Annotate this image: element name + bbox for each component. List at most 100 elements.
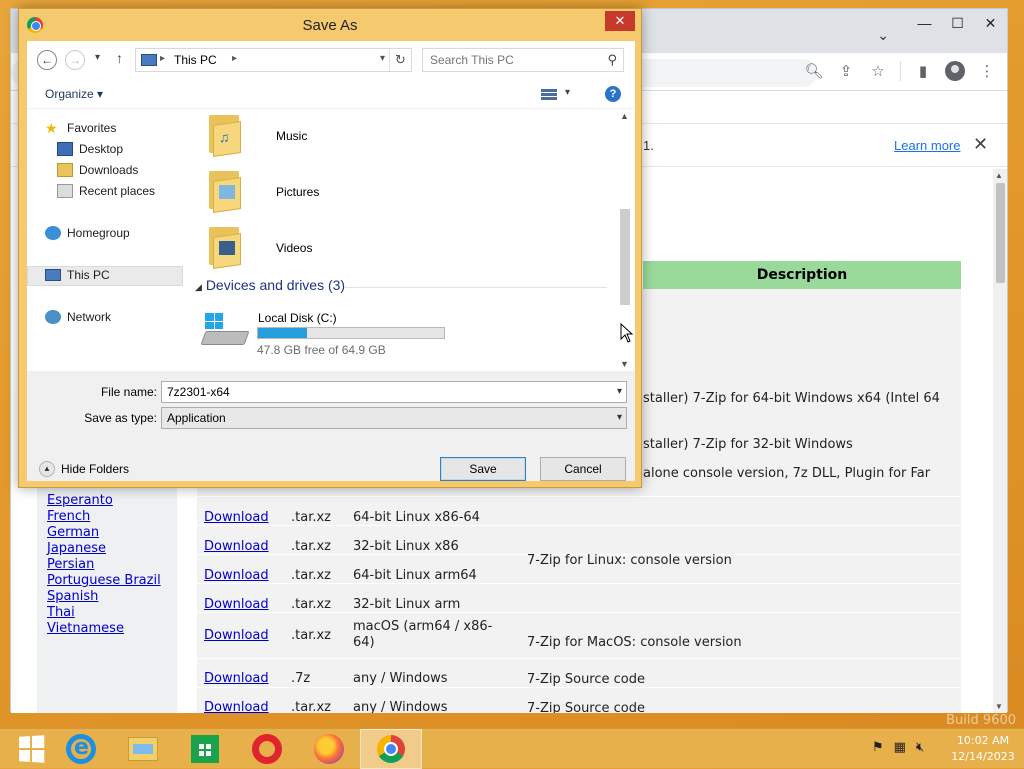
learn-more-link[interactable]: Learn more <box>894 138 960 153</box>
scroll-thumb[interactable] <box>620 209 630 305</box>
download-link[interactable]: Download <box>204 510 269 525</box>
page-scrollbar[interactable]: ▲ ▼ <box>993 169 1007 713</box>
folder-music[interactable]: Music <box>276 129 307 143</box>
network-tray-icon[interactable]: ▦ <box>894 739 906 755</box>
menu-kebab-icon[interactable]: ⋮ <box>977 61 997 81</box>
taskbar-internet-explorer[interactable] <box>50 729 112 769</box>
scroll-up-icon[interactable]: ▲ <box>995 171 1003 180</box>
search-input[interactable] <box>423 49 599 71</box>
nav-favorites[interactable]: ★ Favorites <box>45 121 116 135</box>
profile-icon[interactable] <box>945 61 965 81</box>
store-icon <box>191 735 219 763</box>
language-link[interactable]: Persian <box>47 557 161 573</box>
taskbar-opera[interactable] <box>236 729 298 769</box>
bookmark-star-icon[interactable]: ☆ <box>868 61 888 81</box>
language-link[interactable]: Vietnamese <box>47 621 161 637</box>
zoom-icon[interactable]: 🔍︎ <box>804 61 824 81</box>
scroll-thumb[interactable] <box>996 183 1005 283</box>
save-type-dropdown-icon[interactable]: ▾ <box>617 412 622 423</box>
breadcrumb-chevron-icon[interactable]: ▸ <box>160 53 165 64</box>
organize-button[interactable]: Organize ▾ <box>45 87 103 101</box>
folder-videos[interactable]: Videos <box>276 241 312 255</box>
tab-search-icon[interactable]: ⌄ <box>877 27 889 44</box>
download-link[interactable]: Download <box>204 539 269 554</box>
address-bar[interactable]: ▸ This PC ▸ ▾ ↻ <box>135 48 412 72</box>
dialog-navbar: ← → ▾ ↑ ▸ This PC ▸ ▾ ↻ ⚲ <box>27 41 635 81</box>
music-folder-icon[interactable]: ♫ <box>209 113 243 157</box>
nav-downloads[interactable]: Downloads <box>57 163 138 177</box>
downloads-folder-icon <box>57 163 73 177</box>
nav-network[interactable]: Network <box>45 310 111 324</box>
local-disk-icon[interactable] <box>200 309 250 349</box>
file-name-field[interactable]: 7z2301-x64 ▾ <box>161 381 627 403</box>
language-link[interactable]: Thai <box>47 605 161 621</box>
hide-folders-button[interactable]: ▲ Hide Folders <box>39 461 129 477</box>
drive-name[interactable]: Local Disk (C:) <box>258 311 337 325</box>
nav-recent-places[interactable]: Recent places <box>57 184 155 198</box>
download-link[interactable]: Download <box>204 628 269 643</box>
infobar-close-icon[interactable]: ✕ <box>973 134 988 155</box>
nav-this-pc-label: This PC <box>67 268 110 282</box>
refresh-icon[interactable]: ↻ <box>389 49 411 71</box>
back-arrow-icon[interactable]: ← <box>37 50 57 70</box>
search-icon[interactable]: ⚲ <box>607 52 617 68</box>
share-icon[interactable]: ⇪ <box>836 61 856 81</box>
nav-this-pc[interactable]: This PC <box>45 268 110 282</box>
nav-recent-label: Recent places <box>79 184 156 198</box>
nav-favorites-label: Favorites <box>67 121 117 135</box>
devices-group-header[interactable]: ◢ Devices and drives (3) <box>195 277 345 293</box>
videos-folder-icon[interactable] <box>209 225 243 269</box>
cancel-button[interactable]: Cancel <box>540 457 626 481</box>
homegroup-icon <box>45 226 61 240</box>
folder-pictures[interactable]: Pictures <box>276 185 319 199</box>
forward-arrow-icon[interactable]: → <box>65 50 85 70</box>
help-icon[interactable]: ? <box>605 86 621 102</box>
breadcrumb-chevron-icon[interactable]: ▸ <box>232 53 237 64</box>
download-link[interactable]: Download <box>204 671 269 686</box>
save-button[interactable]: Save <box>440 457 526 481</box>
pictures-folder-icon[interactable] <box>209 169 243 213</box>
minimize-icon[interactable]: — <box>908 9 941 37</box>
view-options-icon[interactable] <box>541 88 557 102</box>
taskbar-firefox[interactable] <box>298 729 360 769</box>
language-link[interactable]: Portuguese Brazil <box>47 573 161 589</box>
dialog-close-button[interactable]: ✕ <box>605 11 635 31</box>
language-link[interactable]: German <box>47 525 161 541</box>
file-name-dropdown-icon[interactable]: ▾ <box>617 386 622 397</box>
language-link[interactable]: Japanese <box>47 541 161 557</box>
nav-homegroup[interactable]: Homegroup <box>45 226 130 240</box>
download-link[interactable]: Download <box>204 700 269 713</box>
download-link[interactable]: Download <box>204 568 269 583</box>
opera-icon <box>252 734 282 764</box>
action-center-flag-icon[interactable]: ⚑ <box>872 739 884 755</box>
view-dropdown-icon[interactable]: ▾ <box>565 87 570 98</box>
windows-logo-icon <box>19 735 45 763</box>
breadcrumb-this-pc[interactable]: This PC <box>174 53 217 67</box>
side-panel-icon[interactable]: ▮ <box>913 61 933 81</box>
download-link[interactable]: Download <box>204 597 269 612</box>
up-arrow-icon[interactable]: ↑ <box>116 50 123 66</box>
nav-desktop[interactable]: Desktop <box>57 142 123 156</box>
save-type-select[interactable]: Application ▾ <box>161 407 627 429</box>
scroll-down-icon[interactable]: ▼ <box>995 702 1003 711</box>
taskbar-chrome[interactable] <box>360 729 422 769</box>
clock[interactable]: 10:02 AM 12/14/2023 <box>948 733 1018 765</box>
address-dropdown-icon[interactable]: ▾ <box>380 53 385 64</box>
table-gridline <box>197 687 961 688</box>
system-label: any / Windows <box>353 671 448 686</box>
collapse-triangle-icon: ◢ <box>195 282 202 292</box>
maximize-icon[interactable]: ☐ <box>941 9 974 37</box>
recent-locations-chevron-icon[interactable]: ▾ <box>95 52 100 63</box>
language-link[interactable]: Esperanto <box>47 493 161 509</box>
language-link[interactable]: French <box>47 509 161 525</box>
taskbar-store[interactable] <box>174 729 236 769</box>
close-icon[interactable]: ✕ <box>974 9 1007 37</box>
volume-muted-icon[interactable]: 🔇︎ <box>916 739 924 755</box>
language-link[interactable]: Spanish <box>47 589 161 605</box>
taskbar-file-explorer[interactable] <box>112 729 174 769</box>
search-box[interactable]: ⚲ <box>422 48 624 72</box>
dialog-titlebar[interactable]: Save As ✕ <box>19 9 641 41</box>
desc-source-1: 7-Zip Source code <box>527 672 645 687</box>
scroll-down-icon[interactable]: ▼ <box>620 359 629 369</box>
scroll-up-icon[interactable]: ▲ <box>620 111 629 121</box>
